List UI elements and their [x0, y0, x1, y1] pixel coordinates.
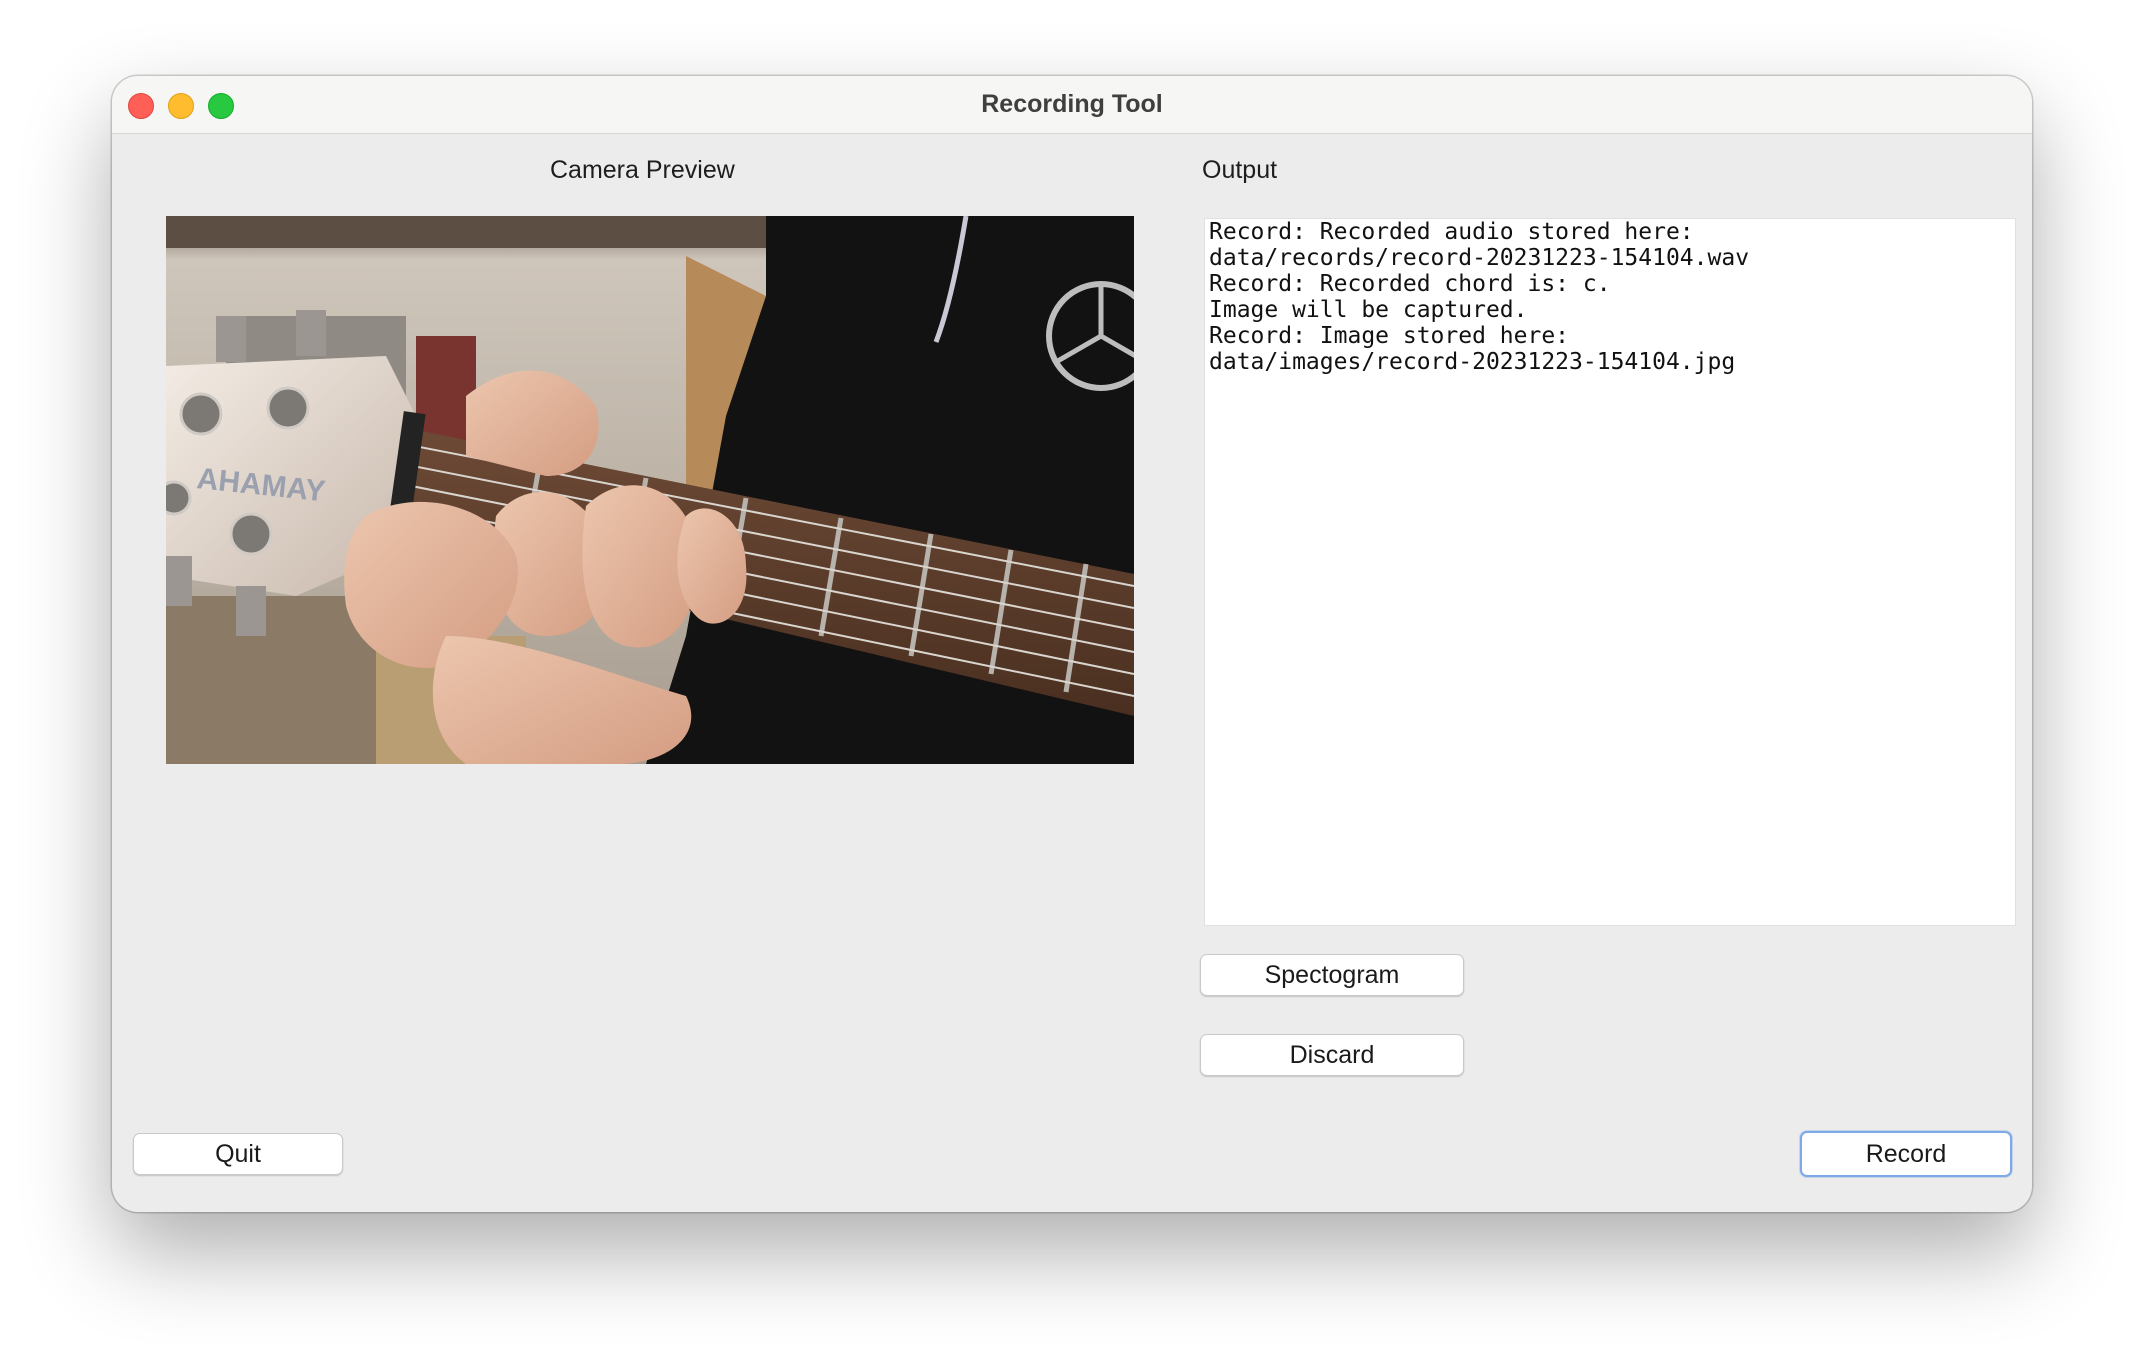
window-title: Recording Tool [981, 90, 1163, 118]
camera-preview-label: Camera Preview [550, 156, 735, 184]
spectogram-button[interactable]: Spectogram [1200, 954, 1464, 996]
quit-button[interactable]: Quit [133, 1133, 343, 1175]
title-bar[interactable]: Recording Tool [112, 76, 2032, 134]
output-line: data/images/record-20231223-154104.jpg [1209, 349, 1736, 375]
camera-preview-image: AHAMAY [166, 216, 1134, 764]
record-button[interactable]: Record [1800, 1131, 2012, 1177]
output-line: Image will be captured. [1209, 297, 1528, 323]
output-label: Output [1202, 156, 1278, 184]
output-line: data/records/record-20231223-154104.wav [1209, 245, 1750, 271]
output-line: Record: Recorded audio stored here: [1209, 219, 1694, 245]
output-line: Record: Image stored here: [1209, 323, 1570, 349]
output-line: Record: Recorded chord is: c. [1209, 271, 1611, 297]
recording-tool-window: Recording Tool Camera Preview Output AHA… [112, 76, 2032, 1212]
output-text-area[interactable]: Record: Recorded audio stored here: data… [1204, 218, 2016, 926]
discard-button[interactable]: Discard [1200, 1034, 1464, 1076]
